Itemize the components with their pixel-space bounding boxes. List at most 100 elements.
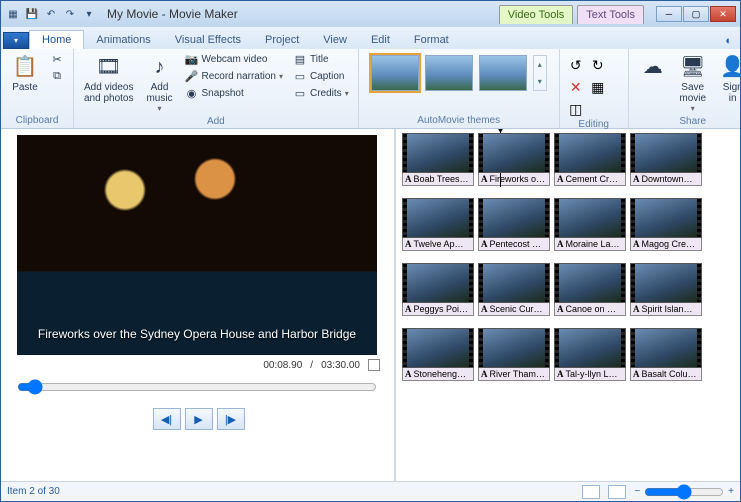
- paste-button[interactable]: 📋 Paste: [7, 51, 43, 95]
- group-label-automovie: AutoMovie themes: [365, 115, 553, 127]
- clip-thumbnail: [630, 198, 702, 238]
- view-details-button[interactable]: [608, 485, 626, 499]
- automovie-gallery-more[interactable]: ▴▾: [533, 55, 547, 91]
- clip-item[interactable]: A Scenic Cur…: [478, 263, 550, 316]
- zoom-in-icon[interactable]: +: [728, 486, 734, 497]
- clip-thumbnail: [478, 263, 550, 303]
- add-videos-photos-button[interactable]: 🎞 Add videos and photos: [80, 51, 138, 106]
- close-button[interactable]: ✕: [710, 6, 736, 22]
- title-button[interactable]: ▤Title: [290, 51, 352, 67]
- seek-slider[interactable]: [17, 379, 377, 395]
- clip-item[interactable]: A Magog Cre…: [630, 198, 702, 251]
- group-label-share: Share: [635, 116, 741, 128]
- clip-thumbnail: [478, 328, 550, 368]
- tab-edit[interactable]: Edit: [359, 31, 402, 49]
- tab-home[interactable]: Home: [29, 30, 84, 49]
- add-videos-label: Add videos and photos: [84, 82, 134, 104]
- prev-frame-button[interactable]: ◀|: [153, 408, 181, 430]
- seek-bar[interactable]: [17, 379, 377, 400]
- credits-icon: ▭: [293, 86, 307, 100]
- preview-caption: Fireworks over the Sydney Opera House an…: [17, 327, 377, 341]
- save-movie-button[interactable]: 🖥 Save movie: [675, 51, 711, 116]
- clip-item[interactable]: A Cement Cr…: [554, 133, 626, 186]
- rotate-left-icon[interactable]: ↺: [566, 55, 586, 75]
- tab-animations[interactable]: Animations: [84, 31, 162, 49]
- paste-label: Paste: [12, 82, 38, 93]
- add-music-button[interactable]: ♪ Add music: [142, 51, 178, 116]
- caption-button[interactable]: ▭Caption: [290, 68, 352, 84]
- clip-item[interactable]: A Spirit Islan…: [630, 263, 702, 316]
- copy-button[interactable]: ⧉: [47, 68, 67, 84]
- onedrive-button[interactable]: ☁: [635, 51, 671, 83]
- zoom-out-icon[interactable]: −: [634, 486, 640, 497]
- tab-project[interactable]: Project: [253, 31, 311, 49]
- record-narration-button[interactable]: 🎤Record narration: [182, 68, 287, 84]
- qat-save-icon[interactable]: 💾: [24, 6, 40, 22]
- clip-item[interactable]: A Downtown…: [630, 133, 702, 186]
- zoom-control: − +: [634, 484, 734, 500]
- automovie-theme-3[interactable]: [479, 55, 527, 91]
- credits-button[interactable]: ▭Credits: [290, 85, 352, 101]
- clip-item[interactable]: A Pentecost …: [478, 198, 550, 251]
- minimize-button[interactable]: ─: [656, 6, 682, 22]
- select-all-icon[interactable]: ▦: [588, 77, 608, 97]
- sign-in-button[interactable]: 👤 Sign in: [715, 51, 741, 106]
- zoom-slider[interactable]: [644, 484, 724, 500]
- qat-redo-icon[interactable]: ↷: [62, 6, 78, 22]
- clip-item[interactable]: A River Tham…: [478, 328, 550, 381]
- ribbon-tabs: Home Animations Visual Effects Project V…: [1, 27, 740, 49]
- automovie-theme-1[interactable]: [371, 55, 419, 91]
- rotate-right-icon[interactable]: ↻: [588, 55, 608, 75]
- file-menu-button[interactable]: [3, 32, 29, 49]
- clip-row: A Boab Trees…A Fireworks o…A Cement Cr…A…: [402, 133, 736, 186]
- clip-item[interactable]: A Fireworks o…: [478, 133, 550, 186]
- cut-button[interactable]: ✂: [47, 51, 67, 67]
- film-photo-icon: 🎞: [95, 53, 123, 81]
- help-icon[interactable]: ◐: [717, 33, 740, 49]
- titlebar: ▦ 💾 ↶ ↷ ▾ My Movie - Movie Maker Video T…: [1, 1, 740, 27]
- view-thumbnails-button[interactable]: [582, 485, 600, 499]
- add-music-label: Add music: [146, 82, 172, 104]
- clip-item[interactable]: A Tal-y-llyn L…: [554, 328, 626, 381]
- status-text: Item 2 of 30: [7, 486, 60, 497]
- trim-icon[interactable]: ◫: [566, 99, 586, 119]
- context-tab-text-tools[interactable]: Text Tools: [577, 5, 644, 24]
- delete-icon[interactable]: ✕: [566, 77, 586, 97]
- next-frame-button[interactable]: |▶: [217, 408, 245, 430]
- clip-item[interactable]: A Twelve Ap…: [402, 198, 474, 251]
- clip-item[interactable]: A Canoe on …: [554, 263, 626, 316]
- clip-label: A Stoneheng…: [402, 368, 474, 381]
- storyboard-pane[interactable]: A Boab Trees…A Fireworks o…A Cement Cr…A…: [394, 129, 740, 481]
- qat-undo-icon[interactable]: ↶: [43, 6, 59, 22]
- qat-dropdown-icon[interactable]: ▾: [81, 6, 97, 22]
- clip-item[interactable]: A Stoneheng…: [402, 328, 474, 381]
- play-button[interactable]: ▶: [185, 408, 213, 430]
- clip-label: A Tal-y-llyn L…: [554, 368, 626, 381]
- clip-item[interactable]: A Boab Trees…: [402, 133, 474, 186]
- tab-visual-effects[interactable]: Visual Effects: [163, 31, 253, 49]
- clip-row: A Peggys Poi…A Scenic Cur…A Canoe on …A …: [402, 263, 736, 316]
- tab-format[interactable]: Format: [402, 31, 461, 49]
- context-tab-video-tools[interactable]: Video Tools: [499, 5, 573, 24]
- tab-view[interactable]: View: [311, 31, 359, 49]
- group-editing: ↺ ↻ ✕ ▦ ◫ Editing: [560, 49, 629, 128]
- snapshot-button[interactable]: ◉Snapshot: [182, 85, 287, 101]
- maximize-button[interactable]: ▢: [683, 6, 709, 22]
- clip-thumbnail: [554, 133, 626, 173]
- ribbon: 📋 Paste ✂ ⧉ Clipboard 🎞 Add videos and p…: [1, 49, 740, 129]
- preview-monitor[interactable]: Fireworks over the Sydney Opera House an…: [17, 135, 377, 355]
- webcam-icon: 📷: [185, 52, 199, 66]
- clip-item[interactable]: A Basalt Colu…: [630, 328, 702, 381]
- save-movie-label: Save movie: [679, 82, 706, 104]
- clip-item[interactable]: A Peggys Poi…: [402, 263, 474, 316]
- fullscreen-icon[interactable]: [368, 359, 380, 371]
- snapshot-icon: ◉: [185, 86, 199, 100]
- qat-app-icon[interactable]: ▦: [5, 6, 21, 22]
- webcam-video-button[interactable]: 📷Webcam video: [182, 51, 287, 67]
- status-bar: Item 2 of 30 − +: [1, 481, 740, 501]
- automovie-theme-2[interactable]: [425, 55, 473, 91]
- group-label-add: Add: [80, 116, 352, 128]
- clip-item[interactable]: A Moraine La…: [554, 198, 626, 251]
- signin-icon: 👤: [719, 53, 741, 81]
- caption-icon: ▭: [293, 69, 307, 83]
